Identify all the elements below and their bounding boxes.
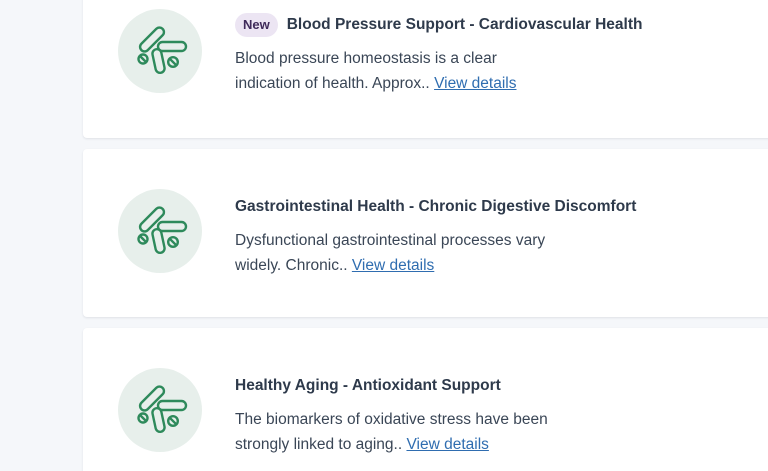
product-description: Blood pressure homeostasis is a clear in… <box>235 46 565 96</box>
product-card: Healthy Aging - Antioxidant Support The … <box>83 328 768 471</box>
product-card: New Blood Pressure Support - Cardiovascu… <box>83 0 768 138</box>
product-title-row: Gastrointestinal Health - Chronic Digest… <box>235 194 755 220</box>
product-content: Gastrointestinal Health - Chronic Digest… <box>235 194 755 278</box>
product-list: New Blood Pressure Support - Cardiovascu… <box>0 0 768 471</box>
product-description: Dysfunctional gastrointestinal processes… <box>235 228 565 278</box>
product-title-row: New Blood Pressure Support - Cardiovascu… <box>235 12 755 38</box>
product-title-row: Healthy Aging - Antioxidant Support <box>235 373 755 399</box>
product-content: New Blood Pressure Support - Cardiovascu… <box>235 12 755 96</box>
view-details-link[interactable]: View details <box>352 257 434 274</box>
view-details-link[interactable]: View details <box>406 436 488 453</box>
view-details-link[interactable]: View details <box>434 75 516 92</box>
pills-icon <box>118 189 202 273</box>
description-text: The biomarkers of oxidative stress have … <box>235 411 548 453</box>
product-description: The biomarkers of oxidative stress have … <box>235 407 565 457</box>
product-title: Healthy Aging - Antioxidant Support <box>235 377 501 394</box>
product-title: Blood Pressure Support - Cardiovascular … <box>286 16 643 33</box>
pills-icon <box>118 9 202 93</box>
pills-icon <box>118 368 202 452</box>
product-title: Gastrointestinal Health - Chronic Digest… <box>235 198 637 215</box>
product-card: Gastrointestinal Health - Chronic Digest… <box>83 149 768 317</box>
product-content: Healthy Aging - Antioxidant Support The … <box>235 373 755 457</box>
new-badge: New <box>235 13 278 37</box>
